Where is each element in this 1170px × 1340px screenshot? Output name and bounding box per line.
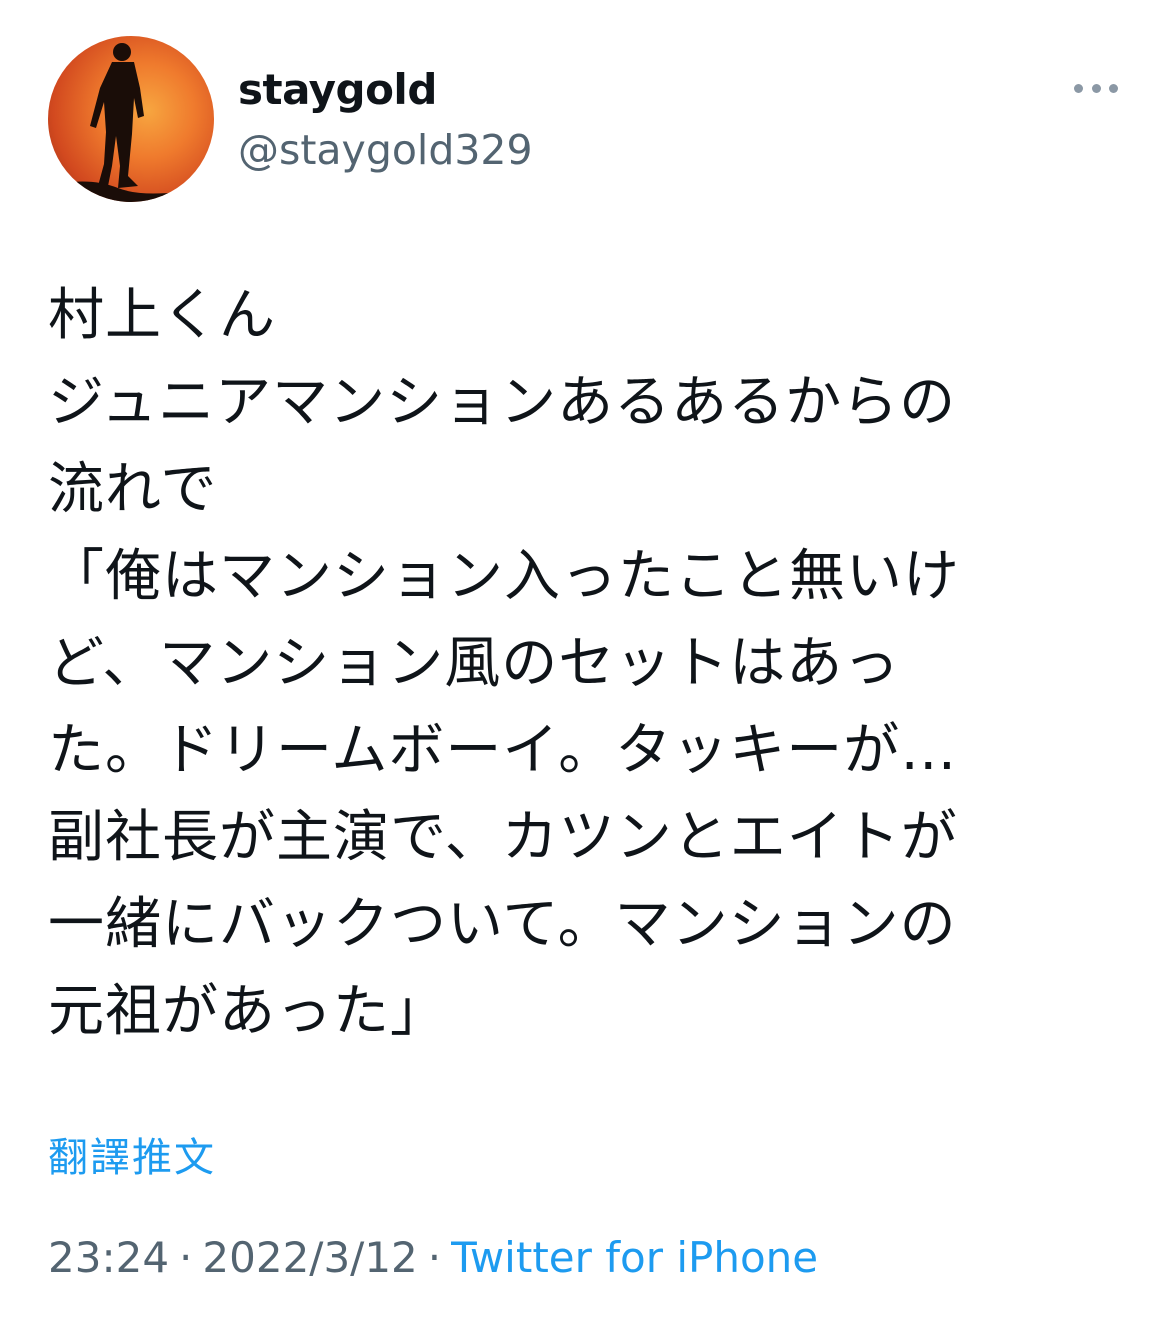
avatar[interactable] xyxy=(48,36,214,202)
tweet-date[interactable]: 2022/3/12 xyxy=(202,1233,417,1282)
dot xyxy=(1074,83,1083,93)
display-name[interactable]: staygold xyxy=(238,64,533,116)
tweet-text: 村上くん ジュニアマンションあるあるからの 流れで 「俺はマンション入ったこと無… xyxy=(48,283,960,1044)
silhouette-figure-icon xyxy=(48,43,214,202)
tweet-meta: 23:24 · 2022/3/12 · Twitter for iPhone xyxy=(48,1228,818,1288)
meta-separator: · xyxy=(179,1233,193,1282)
dot xyxy=(1091,83,1101,93)
user-handle[interactable]: @staygold329 xyxy=(238,124,533,176)
tweet-source-link[interactable]: Twitter for iPhone xyxy=(451,1233,818,1282)
translate-tweet-link[interactable]: 翻譯推文 xyxy=(48,1130,216,1186)
more-horizontal-icon[interactable] xyxy=(1074,80,1118,96)
user-names: staygold @staygold329 xyxy=(238,64,533,176)
dot xyxy=(1109,83,1118,93)
meta-separator: · xyxy=(427,1233,442,1282)
tweet-header: staygold @staygold329 xyxy=(48,36,1122,206)
tweet-time[interactable]: 23:24 xyxy=(48,1233,169,1282)
